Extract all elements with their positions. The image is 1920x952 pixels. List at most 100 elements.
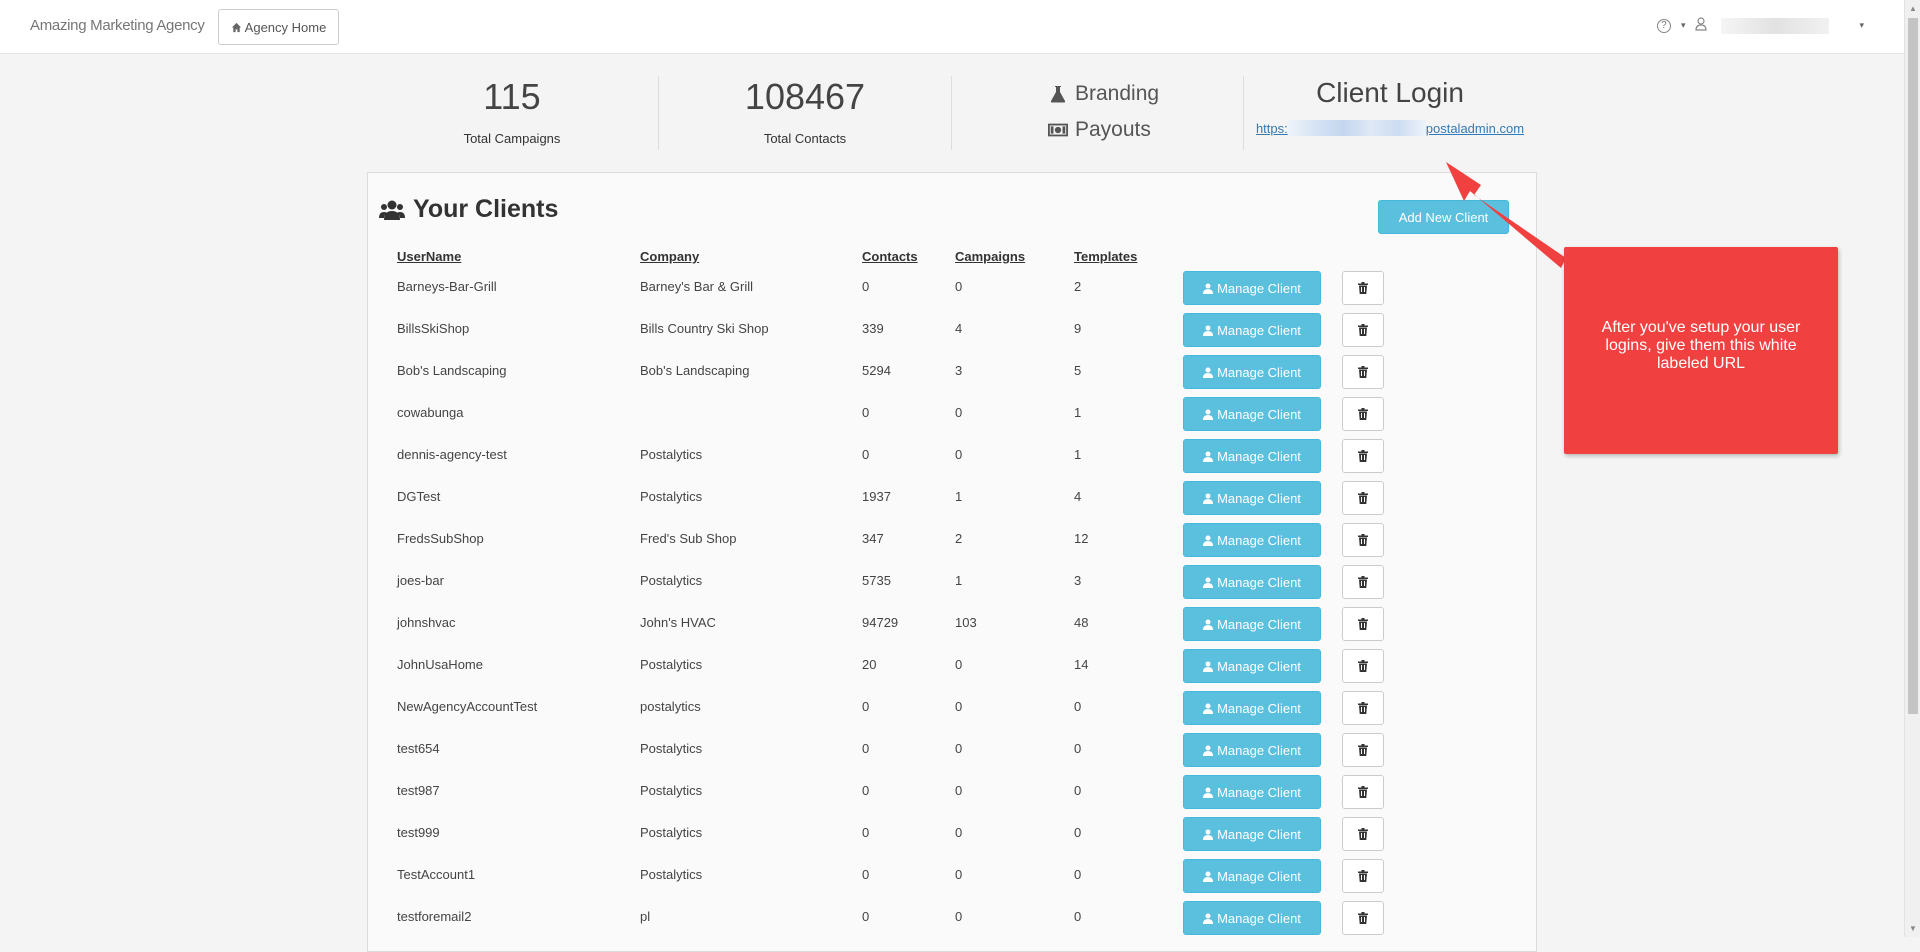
home-icon [231,22,241,32]
page-scrollbar[interactable]: ▲ ▼ [1904,0,1920,937]
scroll-thumb[interactable] [1908,18,1918,714]
cell-campaigns: 0 [955,699,963,714]
manage-client-button[interactable]: Manage Client [1183,775,1321,809]
manage-client-button[interactable]: Manage Client [1183,733,1321,767]
scroll-down-arrow[interactable]: ▼ [1909,924,1917,933]
add-new-client-button[interactable]: Add New Client [1378,200,1509,234]
user-icon[interactable] [1695,17,1708,34]
manage-client-button[interactable]: Manage Client [1183,901,1321,935]
header-username[interactable]: UserName [397,249,461,264]
manage-client-button[interactable]: Manage Client [1183,439,1321,473]
payouts-label: Payouts [1075,118,1151,141]
cell-company: pl [640,909,651,924]
your-clients-heading: Your Clients [379,195,558,224]
header-company[interactable]: Company [640,249,699,264]
cell-username: joes-bar [397,573,444,588]
cell-company: Fred's Sub Shop [640,531,737,546]
table-row: test654 Postalytics 0 0 0 Manage Client [368,727,1538,769]
question-circle-icon[interactable]: ? [1656,18,1671,33]
cell-username: JohnUsaHome [397,657,483,672]
manage-client-button[interactable]: Manage Client [1183,565,1321,599]
delete-client-button[interactable] [1342,817,1384,851]
branding-link[interactable]: Branding [1048,76,1168,112]
cell-contacts: 0 [862,405,870,420]
url-redacted [1287,120,1426,136]
delete-client-button[interactable] [1342,313,1384,347]
cell-templates: 2 [1074,279,1082,294]
total-campaigns-stat: 115 Total Campaigns [367,75,657,146]
delete-client-button[interactable] [1342,649,1384,683]
user-icon [1203,283,1214,294]
client-login-url[interactable]: https: postaladmin.com [1256,120,1524,136]
manage-client-button[interactable]: Manage Client [1183,271,1321,305]
table-row: BillsSkiShop Bills Country Ski Shop 339 4 9 M… [368,307,1538,349]
delete-client-button[interactable] [1342,607,1384,641]
user-name-redacted[interactable] [1721,17,1830,34]
cell-company: Postalytics [640,657,703,672]
manage-client-button[interactable]: Manage Client [1183,691,1321,725]
cell-templates: 48 [1074,615,1089,630]
brand-name[interactable]: Amazing Marketing Agency [30,17,205,34]
cell-templates: 1 [1074,447,1082,462]
user-icon [1203,703,1214,714]
delete-client-button[interactable] [1342,271,1384,305]
delete-client-button[interactable] [1342,565,1384,599]
manage-client-button[interactable]: Manage Client [1183,523,1321,557]
cell-username: BillsSkiShop [397,321,470,336]
manage-client-label: Manage Client [1217,658,1301,674]
cell-username: NewAgencyAccountTest [397,699,538,714]
manage-client-button[interactable]: Manage Client [1183,481,1321,515]
header-campaigns[interactable]: Campaigns [955,249,1025,264]
table-row: Barneys-Bar-Grill Barney's Bar & Grill 0 0 2… [368,265,1538,307]
delete-client-button[interactable] [1342,733,1384,767]
manage-client-label: Manage Client [1217,742,1301,758]
agency-home-button[interactable]: Agency Home [218,9,339,45]
table-row: cowabunga 0 0 1 Manage Client [368,391,1538,433]
payouts-link[interactable]: Payouts [1048,112,1168,148]
delete-client-button[interactable] [1342,775,1384,809]
manage-client-button[interactable]: Manage Client [1183,397,1321,431]
cell-contacts: 0 [862,279,870,294]
delete-client-button[interactable] [1342,523,1384,557]
cell-templates: 9 [1074,321,1082,336]
cell-company: postalytics [640,699,701,714]
header-contacts[interactable]: Contacts [862,249,918,264]
clients-panel: Your Clients Add New Client UserName Com… [367,172,1537,952]
cell-templates: 1 [1074,405,1082,420]
trash-icon [1358,744,1368,756]
help-dropdown-caret[interactable]: ▾ [1681,20,1686,31]
header-templates[interactable]: Templates [1074,249,1137,264]
cell-username: test654 [397,741,440,756]
delete-client-button[interactable] [1342,691,1384,725]
cell-company: Postalytics [640,573,703,588]
cell-contacts: 0 [862,867,870,882]
users-icon [379,200,405,220]
cell-campaigns: 0 [955,783,963,798]
manage-client-button[interactable]: Manage Client [1183,859,1321,893]
table-row: test999 Postalytics 0 0 0 Manage Client [368,811,1538,853]
delete-client-button[interactable] [1342,397,1384,431]
delete-client-button[interactable] [1342,355,1384,389]
cell-contacts: 20 [862,657,877,672]
agency-links: Branding Payouts [1048,76,1168,148]
manage-client-button[interactable]: Manage Client [1183,313,1321,347]
total-campaigns-value: 115 [483,76,541,117]
manage-client-button[interactable]: Manage Client [1183,355,1321,389]
manage-client-label: Manage Client [1217,322,1301,338]
trash-icon [1358,660,1368,672]
manage-client-button[interactable]: Manage Client [1183,607,1321,641]
cell-contacts: 0 [862,825,870,840]
manage-client-button[interactable]: Manage Client [1183,817,1321,851]
delete-client-button[interactable] [1342,439,1384,473]
cell-campaigns: 0 [955,405,963,420]
delete-client-button[interactable] [1342,481,1384,515]
user-dropdown-caret[interactable]: ▾ [1859,20,1864,31]
delete-client-button[interactable] [1342,859,1384,893]
manage-client-button[interactable]: Manage Client [1183,649,1321,683]
cell-campaigns: 0 [955,825,963,840]
client-login-title: Client Login [1316,77,1464,108]
delete-client-button[interactable] [1342,901,1384,935]
scroll-up-arrow[interactable]: ▲ [1909,4,1917,13]
table-row: joes-bar Postalytics 5735 1 3 Manage Client [368,559,1538,601]
cell-campaigns: 0 [955,657,963,672]
